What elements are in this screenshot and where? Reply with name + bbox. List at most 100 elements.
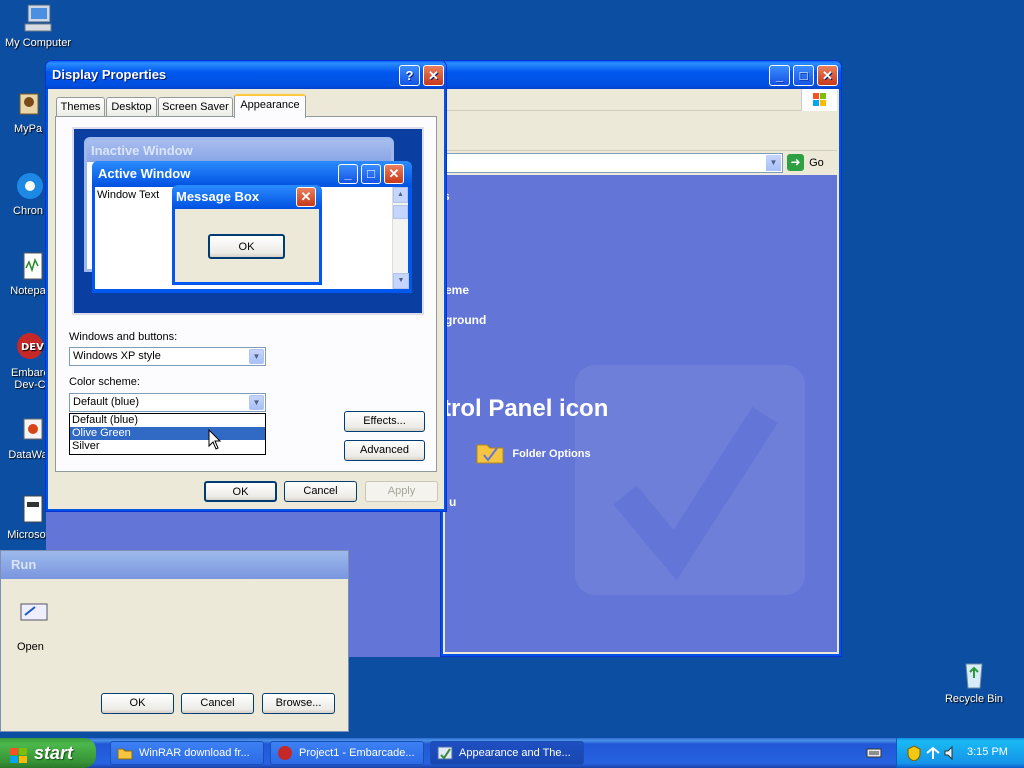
start-label: start (34, 743, 74, 763)
color-scheme-option-selected[interactable]: Olive Green (70, 427, 265, 440)
cancel-button[interactable]: Cancel (284, 481, 357, 502)
close-button[interactable]: ✕ (423, 65, 444, 86)
address-input[interactable]: ▼ (445, 153, 783, 173)
preview-ok-button: OK (208, 234, 285, 259)
control-panel-window[interactable]: _ □ ✕ ▼ ➜ Go s eme ground trol Panel ico… (440, 60, 842, 657)
windows-buttons-label: Windows and buttons: (69, 331, 178, 343)
maximize-button[interactable]: □ (793, 65, 814, 86)
chrome-icon (12, 170, 44, 202)
effects-button[interactable]: Effects... (344, 411, 425, 432)
preview-message-box: Message Box ✕ OK (172, 185, 322, 285)
desktop-icon-label: Recycle Bin (944, 693, 1004, 705)
dp-title: Display Properties (52, 67, 167, 82)
active-titlebar: Active Window _ □ ✕ (92, 161, 412, 187)
run-title: Run (1, 551, 348, 579)
go-button[interactable]: ➜ Go (787, 154, 831, 172)
preview-maximize-icon: □ (361, 164, 381, 184)
recycle-bin-icon (958, 658, 990, 690)
task-label: Appearance and The... (459, 747, 571, 759)
cp-blue-area: s eme ground trol Panel icon Folder Opti… (445, 175, 837, 652)
chevron-down-icon[interactable]: ▼ (249, 395, 264, 410)
taskbar-item-project1[interactable]: Project1 - Embarcade... (270, 741, 424, 765)
cp-heading: trol Panel icon (445, 395, 609, 422)
cp-side-text-2[interactable]: eme (445, 283, 469, 297)
system-tray: 3:15 PM (896, 738, 1024, 768)
dp-titlebar[interactable]: Display Properties ? ✕ (46, 61, 446, 89)
help-button[interactable]: ? (399, 65, 420, 86)
minimize-button[interactable]: _ (769, 65, 790, 86)
run-cancel-button[interactable]: Cancel (181, 693, 254, 714)
cp-titlebar[interactable]: _ □ ✕ (441, 61, 841, 89)
taskbar-item-appearance[interactable]: Appearance and The... (430, 741, 584, 765)
message-box-title: Message Box (176, 189, 260, 204)
cp-side-text-u: u (449, 495, 457, 509)
folder-icon (475, 439, 505, 468)
folder-icon (117, 746, 133, 760)
windows-buttons-select[interactable]: Windows XP style ▼ (69, 347, 266, 366)
color-scheme-select[interactable]: Default (blue) ▼ (69, 393, 266, 412)
chevron-down-icon[interactable]: ▼ (766, 155, 781, 171)
windows-logo-icon (801, 89, 837, 111)
appearance-panel: Inactive Window Active Window _ □ ✕ Wind… (55, 116, 437, 472)
desktop-icon-recycle-bin[interactable]: Recycle Bin (936, 658, 1012, 705)
color-scheme-option[interactable]: Silver (70, 440, 265, 453)
tab-appearance[interactable]: Appearance (234, 94, 306, 118)
cp-side-text-3[interactable]: ground (445, 313, 486, 327)
tab-desktop[interactable]: Desktop (106, 97, 157, 117)
desktop-icon-label: My Computer (4, 37, 72, 49)
go-label: Go (809, 156, 824, 169)
color-scheme-option[interactable]: Default (blue) (70, 414, 265, 427)
folder-options-link[interactable]: Folder Options (475, 439, 591, 468)
taskbar-item-winrar[interactable]: WinRAR download fr... (110, 741, 264, 765)
run-icon (19, 601, 49, 626)
close-button[interactable]: ✕ (817, 65, 838, 86)
volume-icon[interactable] (943, 745, 957, 764)
mouse-cursor-icon (208, 429, 222, 450)
run-dialog[interactable]: Run Open OK Cancel Browse... (0, 550, 349, 732)
tab-themes[interactable]: Themes (56, 97, 105, 117)
keyboard-icon[interactable] (866, 747, 882, 762)
document-icon (12, 494, 44, 526)
message-box-close-icon: ✕ (296, 187, 316, 207)
control-panel-icon (437, 746, 453, 760)
folder-options-label: Folder Options (512, 447, 591, 460)
apply-button: Apply (365, 481, 438, 502)
task-label: Project1 - Embarcade... (299, 747, 415, 759)
color-scheme-label: Color scheme: (69, 376, 140, 388)
security-shield-icon[interactable] (907, 745, 921, 764)
notepad-icon (12, 250, 44, 282)
advanced-button[interactable]: Advanced (344, 440, 425, 461)
cp-content: ▼ ➜ Go s eme ground trol Panel icon Fold… (445, 89, 837, 652)
windows-buttons-value: Windows XP style (73, 350, 161, 362)
run-browse-button[interactable]: Browse... (262, 693, 335, 714)
control-panel-watermark-icon (575, 365, 805, 595)
ok-button[interactable]: OK (204, 481, 277, 502)
clock[interactable]: 3:15 PM (967, 746, 1008, 758)
network-icon[interactable] (925, 745, 941, 764)
display-properties-window[interactable]: Display Properties ? ✕ Themes Desktop Sc… (45, 60, 447, 512)
inactive-titlebar: Inactive Window (87, 140, 391, 162)
toolbar (445, 111, 837, 151)
run-open-label: Open (17, 641, 44, 653)
window-text: Window Text (97, 189, 160, 201)
desktop-icon-my-computer[interactable]: My Computer (0, 2, 76, 49)
devcpp-icon (277, 746, 293, 760)
windows-flag-icon (9, 744, 29, 768)
active-title: Active Window (98, 166, 191, 181)
preview-scrollbar: ▲ ▼ (392, 187, 409, 289)
preview-close-icon: ✕ (384, 164, 404, 184)
taskbar: start WinRAR download fr... Project1 - E… (0, 738, 1024, 768)
program-icon (12, 88, 44, 120)
address-bar: ▼ ➜ Go (445, 151, 837, 175)
tab-screen-saver[interactable]: Screen Saver (158, 97, 233, 117)
preview-minimize-icon: _ (338, 164, 358, 184)
devcpp-icon: DEV (12, 332, 44, 364)
color-scheme-value: Default (blue) (73, 396, 140, 408)
color-scheme-dropdown[interactable]: Default (blue) Olive Green Silver (69, 413, 266, 455)
start-button[interactable]: start (0, 738, 96, 768)
go-arrow-icon: ➜ (787, 154, 804, 171)
chevron-down-icon[interactable]: ▼ (249, 349, 264, 364)
appearance-preview: Inactive Window Active Window _ □ ✕ Wind… (72, 127, 424, 315)
run-ok-button[interactable]: OK (101, 693, 174, 714)
computer-icon (22, 2, 54, 34)
